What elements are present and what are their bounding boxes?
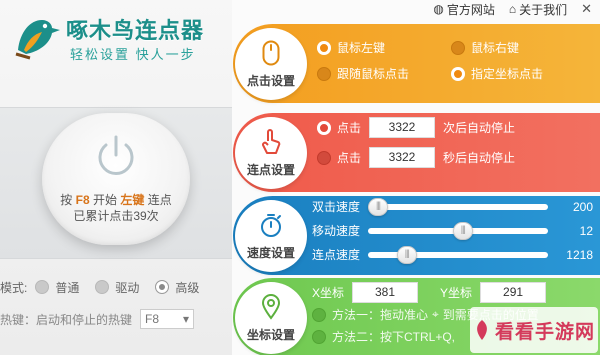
top-bar: ◍ 官方网站 ⌂ 关于我们 ✕ <box>433 0 592 18</box>
woodpecker-logo-icon <box>15 20 60 60</box>
mode-option-driver[interactable]: 驱动 <box>95 279 139 296</box>
globe-icon: ◍ <box>433 2 444 16</box>
radio-icon[interactable] <box>317 150 331 165</box>
option-fixed-coord[interactable]: 指定坐标点击 <box>451 65 543 82</box>
speed-settings-label: 速度设置 <box>246 246 295 260</box>
slider-track[interactable] <box>368 245 548 264</box>
repeat-settings-label: 连点设置 <box>246 163 295 177</box>
radio-icon <box>317 66 331 81</box>
click-seconds-input[interactable]: 3322 <box>369 147 436 168</box>
chevron-down-icon: ▾ <box>182 312 190 326</box>
radio-icon <box>35 280 50 294</box>
coord-inputs-row: X坐标 381 Y坐标 291 <box>312 282 554 303</box>
mode-option-normal[interactable]: 普通 <box>35 279 79 296</box>
double-click-speed-slider: 双击速度 200 <box>312 197 593 216</box>
watermark: 看看手游网 <box>470 307 598 353</box>
repeat-row-count: 点击 3322 次后自动停止 <box>317 117 515 138</box>
click-count-input[interactable]: 3322 <box>369 117 436 138</box>
x-coord-input[interactable]: 381 <box>352 282 419 303</box>
radio-selected-icon[interactable] <box>317 120 331 135</box>
slider-thumb[interactable] <box>368 197 388 216</box>
left-panel: 啄木鸟连点器 轻松设置 快人一步 按 F8 开始 左键 连点 已累计点击39次 … <box>0 0 232 355</box>
speed-settings-panel: 速度设置 双击速度 200 移动速度 12 连点速度 1218 <box>233 196 600 275</box>
mode-label: 模式: <box>0 280 28 295</box>
click-settings-panel: 点击设置 鼠标左键 鼠标右键 跟随鼠标点击 指定坐标点击 <box>233 24 600 103</box>
app-title: 啄木鸟连点器 <box>66 18 205 43</box>
repeat-speed-slider: 连点速度 1218 <box>312 245 593 264</box>
repeat-settings-badge: 连点设置 <box>235 117 307 189</box>
hero-instruction: 按 F8 开始 左键 连点 <box>60 193 172 207</box>
radio-selected-icon <box>317 40 331 55</box>
location-pin-icon <box>261 294 281 320</box>
slider-value: 12 <box>579 223 593 238</box>
slider-track[interactable] <box>368 197 548 216</box>
repeat-row-seconds: 点击 3322 秒后自动停止 <box>317 147 515 168</box>
click-option-row-2: 跟随鼠标点击 指定坐标点击 <box>317 65 543 82</box>
slider-thumb[interactable] <box>452 221 473 240</box>
slider-thumb[interactable] <box>396 245 417 264</box>
coord-settings-badge: 坐标设置 <box>235 282 307 354</box>
repeat-settings-panel: 连点设置 点击 3322 次后自动停止 点击 3322 秒后自动停止 <box>233 113 600 192</box>
radio-selected-icon <box>155 280 170 294</box>
click-settings-label: 点击设置 <box>246 74 295 88</box>
app-subtitle: 轻松设置 快人一步 <box>70 47 196 62</box>
option-left-button[interactable]: 鼠标左键 <box>317 39 451 56</box>
move-speed-slider: 移动速度 12 <box>312 221 593 240</box>
mode-option-advanced[interactable]: 高级 <box>155 279 199 296</box>
mouse-icon <box>262 40 280 66</box>
click-count-text: 已累计点击39次 <box>73 209 159 223</box>
watermark-logo-icon <box>477 320 487 340</box>
y-coord-input[interactable]: 291 <box>480 282 547 303</box>
crosshair-icon[interactable]: ⌖ <box>432 307 439 322</box>
radio-icon <box>95 280 110 294</box>
slider-value: 1218 <box>566 247 593 262</box>
home-icon: ⌂ <box>508 2 517 16</box>
hotkey-setting: 热键：启动和停止的热键 F8 ▾ <box>0 309 195 329</box>
official-site-link[interactable]: ◍ 官方网站 <box>433 1 495 18</box>
click-option-row-1: 鼠标左键 鼠标右键 <box>317 39 519 56</box>
hand-pointer-icon <box>262 129 281 154</box>
slider-track[interactable] <box>368 221 548 240</box>
option-follow-mouse[interactable]: 跟随鼠标点击 <box>317 65 451 82</box>
close-icon[interactable]: ✕ <box>581 1 592 17</box>
hotkey-label: 热键：启动和停止的热键 <box>0 312 133 327</box>
power-icon <box>98 135 134 175</box>
method-two-row: 方法二：按下CTRL+Q, <box>312 328 455 345</box>
hotkey-select[interactable]: F8 ▾ <box>140 309 195 329</box>
slider-value: 200 <box>572 199 593 214</box>
mode-selector: 模式: 普通 驱动 高级 <box>0 277 215 297</box>
radio-icon <box>451 40 465 55</box>
click-settings-badge: 点击设置 <box>235 28 307 100</box>
radio-selected-icon <box>451 66 465 81</box>
about-link[interactable]: ⌂ 关于我们 <box>509 1 567 18</box>
speed-settings-badge: 速度设置 <box>235 200 307 272</box>
coord-settings-label: 坐标设置 <box>246 328 295 342</box>
stopwatch-icon <box>261 214 281 237</box>
radio-icon <box>312 307 326 322</box>
start-stop-button[interactable]: 按 F8 开始 左键 连点 已累计点击39次 <box>42 113 190 245</box>
option-right-button[interactable]: 鼠标右键 <box>451 39 519 56</box>
radio-icon <box>312 329 326 344</box>
